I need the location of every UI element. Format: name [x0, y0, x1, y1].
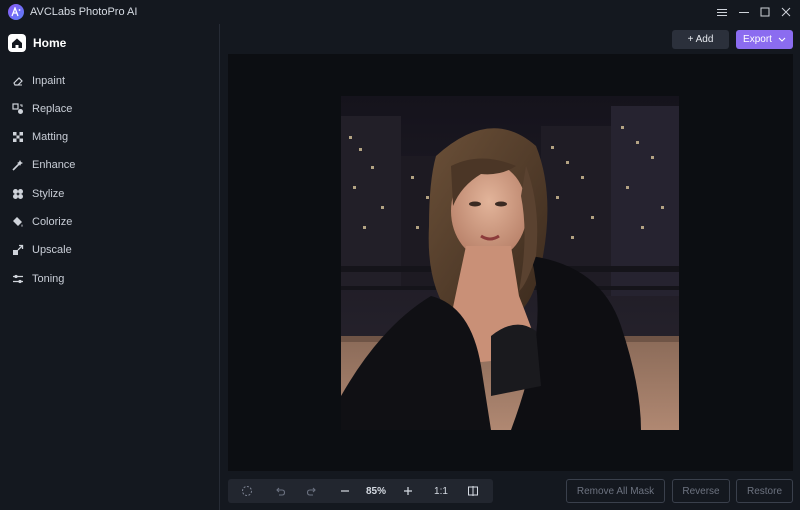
sidebar-item-enhance[interactable]: Enhance — [12, 155, 212, 175]
zoom-out-button[interactable] — [334, 479, 356, 503]
toning-icon — [12, 273, 24, 285]
minimize-button[interactable] — [734, 3, 754, 21]
zoom-toolbar: 85% 1:1 — [228, 479, 493, 503]
sidebar-item-home[interactable]: Home — [8, 32, 66, 54]
app-title: AVCLabs PhotoPro AI — [30, 6, 138, 18]
restore-button[interactable]: Restore — [736, 479, 793, 503]
reverse-button[interactable]: Reverse — [672, 479, 730, 503]
sidebar-item-label: Colorize — [32, 216, 73, 228]
chevron-down-icon — [778, 37, 786, 42]
compare-button[interactable] — [462, 479, 484, 503]
sidebar: Home Inpaint Replace Matting Enhance Sty… — [0, 24, 220, 510]
compare-icon — [468, 486, 478, 496]
sidebar-item-upscale[interactable]: Upscale — [12, 240, 212, 260]
eraser-icon — [12, 75, 24, 87]
minimize-icon — [739, 11, 749, 13]
menu-button[interactable] — [712, 3, 732, 21]
portrait-photo — [341, 96, 679, 430]
upscale-icon — [12, 244, 24, 256]
sidebar-item-matting[interactable]: Matting — [12, 127, 212, 147]
enhance-icon — [12, 159, 24, 171]
app-logo — [8, 4, 24, 20]
sidebar-item-label: Upscale — [32, 244, 72, 256]
close-button[interactable] — [776, 3, 796, 21]
plus-icon — [404, 487, 412, 495]
hamburger-icon — [717, 8, 727, 16]
add-button[interactable]: + Add — [672, 30, 729, 49]
matting-icon — [12, 131, 24, 143]
sidebar-item-label: Home — [33, 36, 67, 50]
lasso-icon — [242, 486, 252, 496]
sidebar-item-label: Replace — [32, 103, 73, 115]
logo-icon — [11, 7, 21, 17]
home-icon — [8, 34, 26, 52]
photo-preview[interactable] — [341, 96, 679, 430]
sidebar-item-colorize[interactable]: Colorize — [12, 212, 212, 232]
redo-button[interactable] — [301, 479, 323, 503]
remove-all-mask-button[interactable]: Remove All Mask — [566, 479, 665, 503]
stylize-icon — [12, 188, 24, 200]
sidebar-item-label: Stylize — [32, 188, 65, 200]
select-tool-button[interactable] — [236, 479, 258, 503]
replace-icon — [12, 103, 24, 115]
minus-icon — [341, 490, 349, 492]
redo-icon — [306, 487, 316, 496]
sidebar-item-label: Toning — [32, 273, 65, 285]
sidebar-item-toning[interactable]: Toning — [12, 269, 212, 289]
close-icon — [781, 7, 791, 17]
export-button-label: Export — [743, 34, 772, 45]
title-bar: AVCLabs PhotoPro AI — [0, 0, 800, 24]
sidebar-item-inpaint[interactable]: Inpaint — [12, 71, 212, 91]
sidebar-item-label: Enhance — [32, 159, 76, 171]
maximize-icon — [760, 7, 770, 17]
sidebar-item-replace[interactable]: Replace — [12, 99, 212, 119]
maximize-button[interactable] — [755, 3, 775, 21]
colorize-icon — [12, 216, 24, 228]
sidebar-item-label: Inpaint — [32, 75, 66, 87]
export-button[interactable]: Export — [736, 30, 793, 49]
sidebar-item-label: Matting — [32, 131, 69, 143]
zoom-level: 85% — [365, 485, 386, 497]
actual-size-button[interactable]: 1:1 — [429, 479, 453, 503]
zoom-in-button[interactable] — [397, 479, 419, 503]
sidebar-item-stylize[interactable]: Stylize — [12, 184, 212, 204]
undo-button[interactable] — [269, 479, 291, 503]
add-button-label: + Add — [687, 34, 714, 45]
undo-icon — [276, 487, 286, 496]
